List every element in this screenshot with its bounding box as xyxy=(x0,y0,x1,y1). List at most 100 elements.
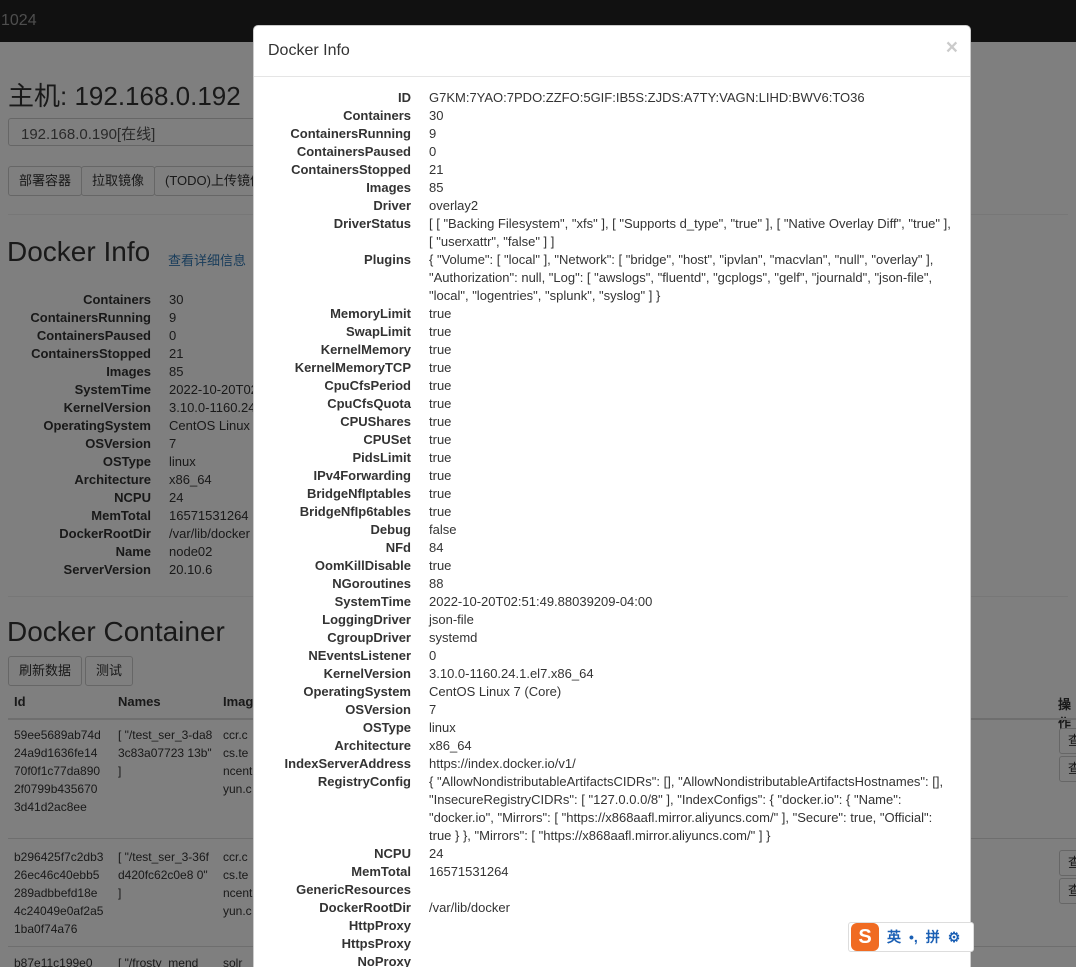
info-value: json-file xyxy=(429,612,474,627)
info-value: 21 xyxy=(429,162,444,177)
info-key: BridgeNfIptables xyxy=(306,486,411,501)
info-row: Plugins { "Volume": [ "local" ], "Network… xyxy=(254,251,972,305)
info-row: IndexServerAddress https://index.docker.i… xyxy=(254,755,972,773)
info-value: true xyxy=(429,342,452,357)
info-value: 2022-10-20T02:51:49.88039209-04:00 xyxy=(429,594,653,609)
ime-mode[interactable]: 拼 xyxy=(926,927,940,947)
info-row: DockerRootDir/var/lib/docker xyxy=(254,899,972,917)
info-value: 0 xyxy=(429,648,437,663)
info-value: true xyxy=(429,414,452,429)
info-row: CgroupDriver systemd xyxy=(254,629,972,647)
info-key: Images xyxy=(366,180,411,195)
ime-toolbar[interactable]: S 英 •, 拼 ⚙ xyxy=(848,922,974,952)
info-value: systemd xyxy=(429,630,478,645)
info-row: MemTotal 16571531264 xyxy=(254,863,972,881)
info-value: x86_64 xyxy=(429,738,472,753)
info-key: CPUSet xyxy=(363,432,411,447)
ime-punct[interactable]: •, xyxy=(909,929,918,945)
info-key: Debug xyxy=(370,522,411,537)
info-value: 85 xyxy=(429,180,444,195)
info-value: G7KM:7YAO:7PDO:ZZFO:5GIF:IB5S:ZJDS:A7TY:… xyxy=(429,90,865,105)
info-key: CpuCfsQuota xyxy=(327,396,411,411)
info-key: DriverStatus xyxy=(333,216,411,231)
info-key: NCPU xyxy=(374,846,411,861)
info-value: { "Volume": [ "local" ], "Network": [ "b… xyxy=(429,252,934,303)
info-value: 88 xyxy=(429,576,444,591)
info-key: HttpsProxy xyxy=(341,936,411,951)
info-value: true xyxy=(429,324,452,339)
info-value: 16571531264 xyxy=(429,864,509,879)
info-row: LoggingDriver json-file xyxy=(254,611,972,629)
info-value: true xyxy=(429,396,452,411)
info-key: NEventsListener xyxy=(308,648,411,663)
info-value: true xyxy=(429,378,452,393)
info-value: true xyxy=(429,468,452,483)
info-key: SwapLimit xyxy=(345,324,411,339)
info-key: ContainersRunning xyxy=(290,126,411,141)
info-key: ContainersStopped xyxy=(291,162,411,177)
info-value: true xyxy=(429,450,452,465)
info-value: [ [ "Backing Filesystem", "xfs" ], [ "Su… xyxy=(429,216,951,249)
info-key: OSVersion xyxy=(345,702,411,717)
info-row: ContainersPaused 0 xyxy=(254,143,972,161)
info-key: NGoroutines xyxy=(332,576,411,591)
info-value: true xyxy=(429,486,452,501)
info-key: Driver xyxy=(373,198,411,213)
info-value: 84 xyxy=(429,540,444,555)
info-key: CpuCfsPeriod xyxy=(324,378,411,393)
info-value: 0 xyxy=(429,144,437,159)
info-value: 30 xyxy=(429,108,444,123)
info-key: ContainersPaused xyxy=(296,144,411,159)
info-key: HttpProxy xyxy=(348,918,411,933)
info-key: LoggingDriver xyxy=(322,612,411,627)
info-row: BridgeNfIp6tables true xyxy=(254,503,972,521)
info-key: Plugins xyxy=(364,252,411,267)
info-key: PidsLimit xyxy=(352,450,411,465)
info-key: CPUShares xyxy=(340,414,411,429)
info-value: /var/lib/docker xyxy=(429,900,510,915)
info-row: CPUShares true xyxy=(254,413,972,431)
modal-info-list: ID G7KM:7YAO:7PDO:ZZFO:5GIF:IB5S:ZJDS:A7T… xyxy=(254,89,972,967)
info-key: NFd xyxy=(385,540,411,555)
info-row: Architecture x86_64 xyxy=(254,737,972,755)
info-row: OperatingSystem CentOS Linux 7 (Core) xyxy=(254,683,972,701)
info-row: OomKillDisable true xyxy=(254,557,972,575)
info-row: NGoroutines 88 xyxy=(254,575,972,593)
info-key: OperatingSystem xyxy=(303,684,411,699)
info-key: OomKillDisable xyxy=(314,558,411,573)
info-value: overlay2 xyxy=(429,198,479,213)
info-value: 3.10.0-1160.24.1.el7.x86_64 xyxy=(429,666,594,681)
gear-icon[interactable]: ⚙ xyxy=(948,929,961,946)
info-value xyxy=(411,881,956,899)
sogou-logo-icon: S xyxy=(851,923,879,951)
info-row: Containers 30 xyxy=(254,107,972,125)
info-value: true xyxy=(429,558,452,573)
info-key: IPv4Forwarding xyxy=(313,468,411,483)
modal-header: Docker Info × xyxy=(254,26,970,77)
close-icon[interactable]: × xyxy=(946,36,958,60)
info-key: KernelMemoryTCP xyxy=(294,360,411,375)
info-key: GenericResources xyxy=(296,882,411,897)
info-row: Images 85 xyxy=(254,179,972,197)
info-row: RegistryConfig { "AllowNondistributableAr… xyxy=(254,773,972,845)
info-row: IPv4Forwarding true xyxy=(254,467,972,485)
info-value: https://index.docker.io/v1/ xyxy=(429,756,576,771)
modal-title: Docker Info xyxy=(268,42,350,59)
info-key: MemoryLimit xyxy=(330,306,411,321)
info-row: ID G7KM:7YAO:7PDO:ZZFO:5GIF:IB5S:ZJDS:A7T… xyxy=(254,89,972,107)
info-value: true xyxy=(429,432,452,447)
info-row: Driver overlay2 xyxy=(254,197,972,215)
info-value: true xyxy=(429,306,452,321)
info-row: SystemTime 2022-10-20T02:51:49.88039209-0… xyxy=(254,593,972,611)
info-row: KernelMemory true xyxy=(254,341,972,359)
info-key: MemTotal xyxy=(351,864,411,879)
info-row: NCPU 24 xyxy=(254,845,972,863)
info-key: CgroupDriver xyxy=(327,630,411,645)
info-value: true xyxy=(429,360,452,375)
info-value: true xyxy=(429,504,452,519)
ime-lang[interactable]: 英 xyxy=(887,927,901,947)
info-value: { "AllowNondistributableArtifactsCIDRs":… xyxy=(429,774,944,843)
info-value: 9 xyxy=(429,126,437,141)
docker-info-modal: Docker Info × ID G7KM:7YAO:7PDO:ZZFO:5GIF… xyxy=(253,25,971,967)
info-row: CpuCfsPeriod true xyxy=(254,377,972,395)
